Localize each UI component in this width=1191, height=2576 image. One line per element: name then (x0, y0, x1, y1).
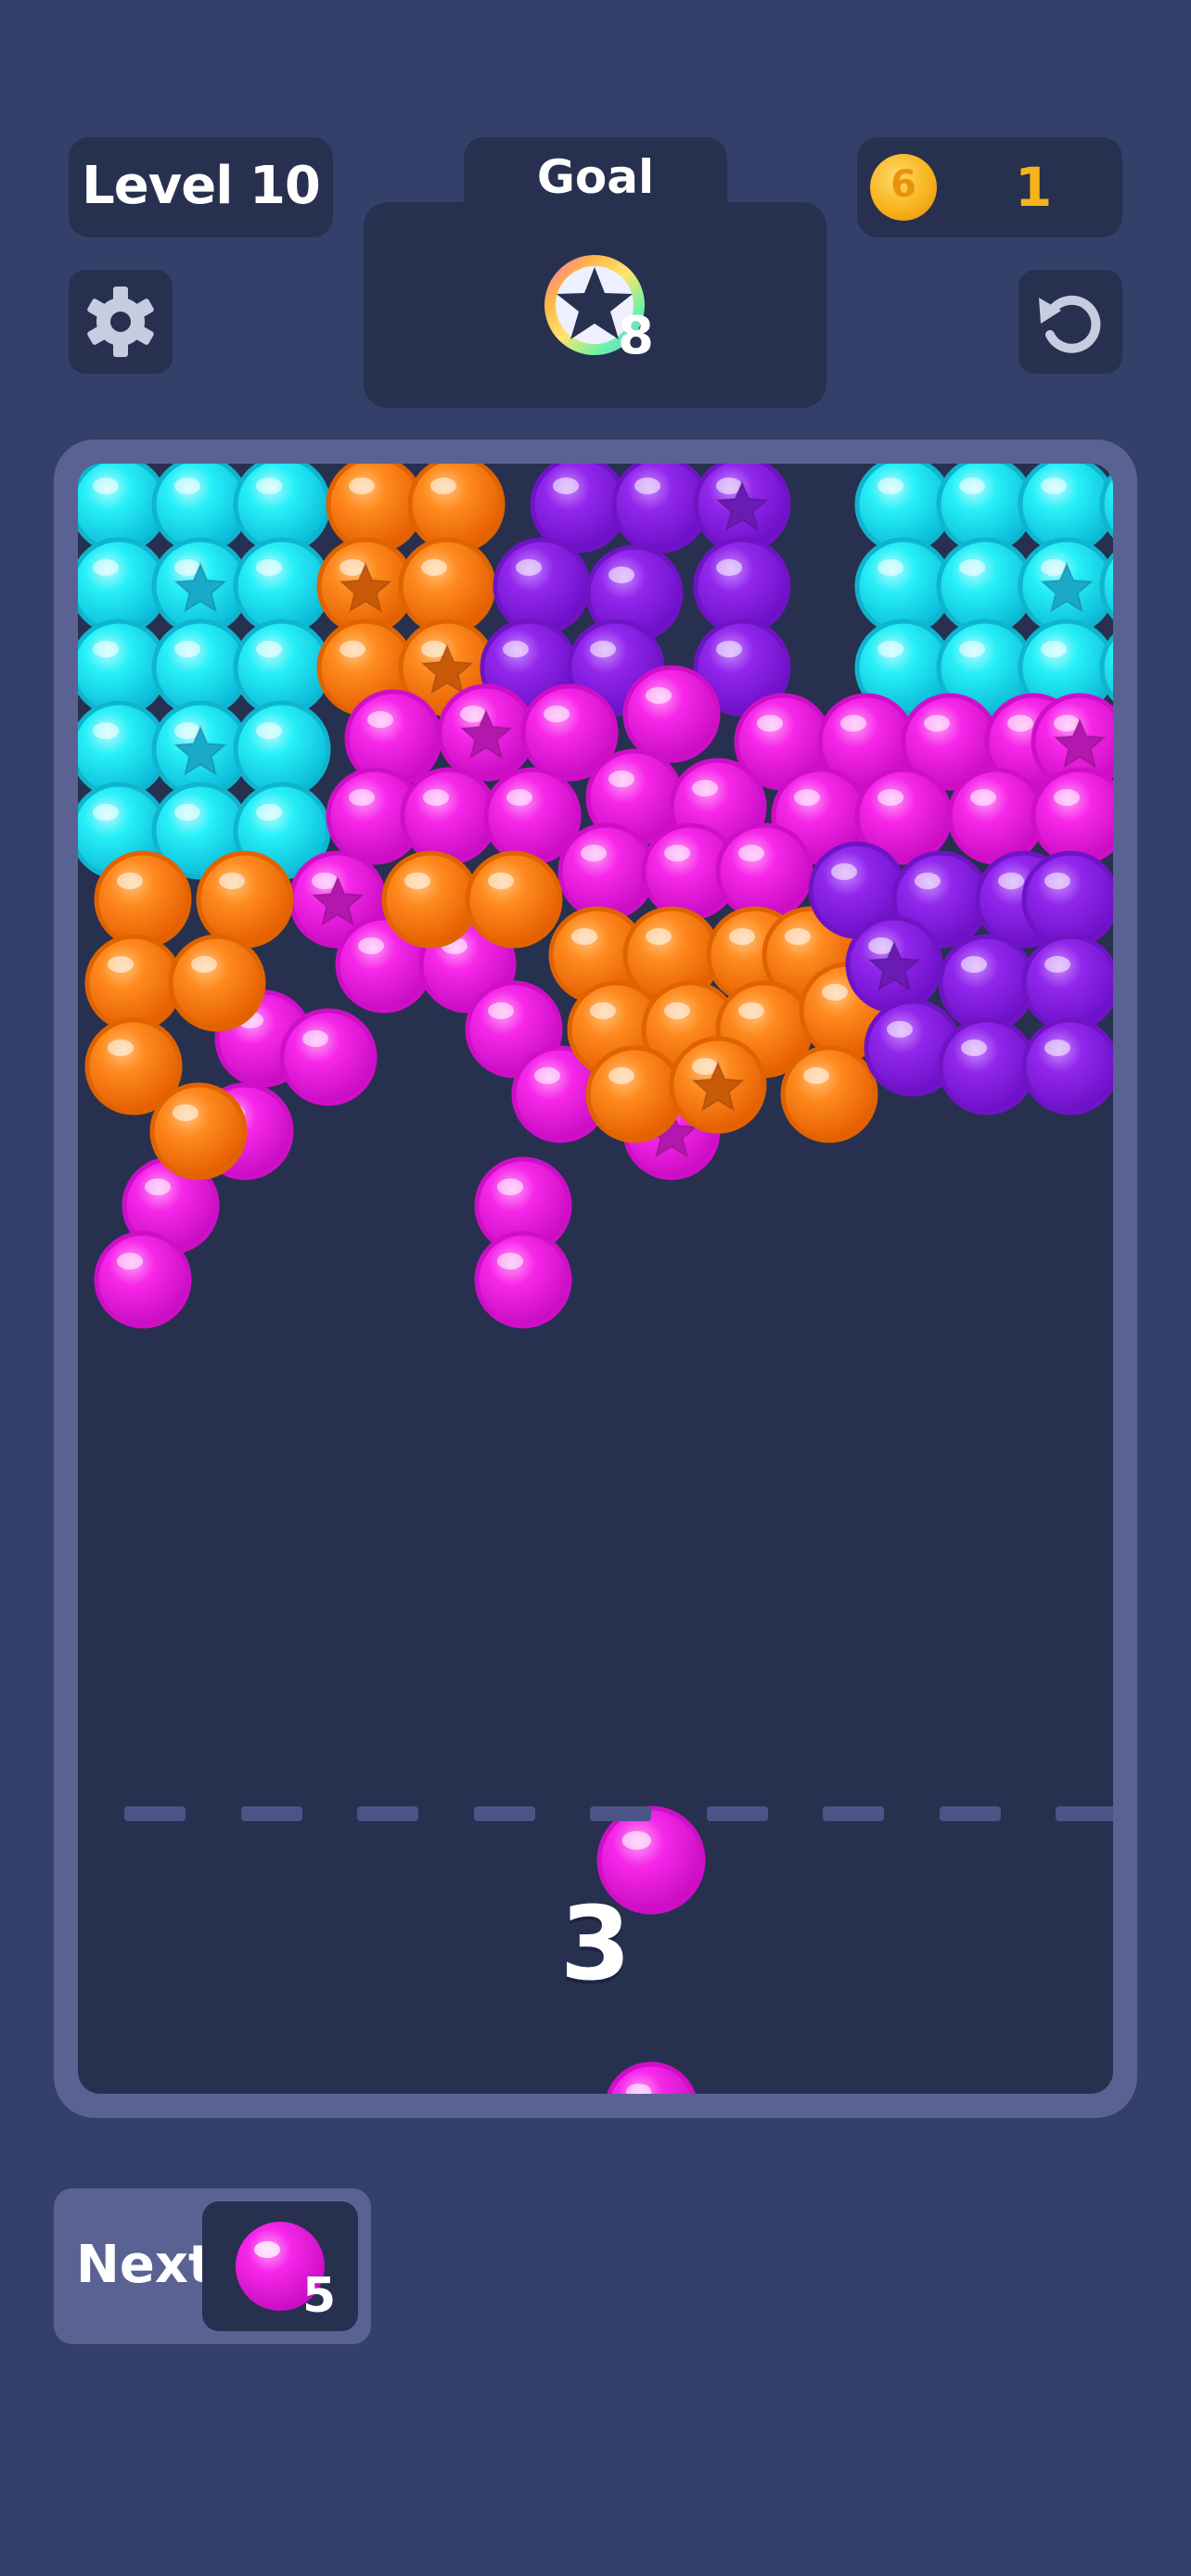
magenta-bubble (1031, 767, 1113, 865)
next-label: Next (76, 2235, 213, 2295)
orange-bubble-star (316, 537, 415, 635)
magenta-bubble-star (437, 683, 535, 782)
orange-bubble (84, 934, 183, 1032)
goal-panel: 8 (364, 202, 826, 408)
undo-icon (1018, 270, 1122, 374)
orange-bubble-star (669, 1036, 767, 1134)
orange-bubble (196, 850, 294, 949)
purple-bubble (1021, 850, 1113, 949)
cyan-bubble (233, 618, 331, 717)
goal-label: Goal (536, 150, 655, 204)
aim-dash (823, 1806, 884, 1821)
level-indicator: Level 10 (69, 137, 333, 237)
aim-dash (706, 1806, 768, 1821)
aim-dash (1056, 1806, 1113, 1821)
cyan-bubble (1099, 552, 1113, 620)
next-bubble-slot[interactable]: 5 (202, 2201, 358, 2331)
magenta-bubble (94, 1231, 192, 1329)
orange-bubble (407, 464, 506, 554)
purple-bubble (938, 1017, 1036, 1116)
purple-bubble (693, 537, 791, 635)
bubble-field (78, 464, 1113, 2094)
aim-dash (939, 1806, 1001, 1821)
cyan-bubble (151, 618, 250, 717)
magenta-bubble (715, 823, 813, 921)
magenta-bubble (279, 1008, 378, 1106)
coin-counter: 6 1 (857, 137, 1122, 237)
coin-count: 1 (1015, 156, 1053, 219)
orange-bubble (381, 850, 480, 949)
orange-bubble (149, 1082, 248, 1180)
orange-bubble (168, 934, 266, 1032)
gear-icon (69, 270, 173, 374)
orange-bubble (780, 1045, 878, 1143)
aim-dash (590, 1806, 651, 1821)
purple-bubble (1021, 1017, 1113, 1116)
purple-bubble (611, 464, 710, 554)
aim-dash (124, 1806, 186, 1821)
undo-button[interactable] (1018, 270, 1122, 374)
cyan-bubble (936, 537, 1034, 635)
orange-bubble (585, 1045, 684, 1143)
purple-bubble (1021, 934, 1113, 1032)
cyan-bubble (233, 537, 331, 635)
magenta-bubble (947, 767, 1045, 865)
magenta-bubble (622, 665, 721, 763)
orange-bubble (94, 850, 192, 949)
orange-bubble (465, 850, 563, 949)
level-label: Level 10 (82, 156, 321, 216)
cyan-bubble (233, 700, 331, 798)
aim-limit-line (124, 1806, 1113, 1821)
magenta-bubble (400, 767, 498, 865)
purple-bubble-star (845, 915, 943, 1014)
next-bubble-panel: Next 5 (54, 2188, 371, 2344)
goal-count: 8 (618, 306, 654, 366)
next-count: 5 (302, 2268, 337, 2324)
magenta-bubble (474, 1231, 572, 1329)
aim-dash (240, 1806, 302, 1821)
orange-bubble (398, 537, 496, 635)
cyan-bubble-star (1018, 537, 1113, 635)
game-board: 3 (54, 440, 1137, 2118)
purple-bubble (493, 537, 591, 635)
magenta-bubble (557, 823, 656, 921)
purple-bubble (938, 934, 1036, 1032)
settings-button[interactable] (69, 270, 173, 374)
cyan-bubble-star (151, 700, 250, 798)
aim-dash (357, 1806, 418, 1821)
coin-icon: 6 (870, 154, 937, 221)
cyan-bubble-star (151, 537, 250, 635)
orange-bubble (326, 464, 424, 554)
shots-remaining: 3 (559, 1884, 632, 2003)
cyan-bubble (854, 537, 953, 635)
play-area[interactable]: 3 (78, 464, 1113, 2094)
launcher-bubble[interactable] (607, 2061, 696, 2094)
aim-dash (473, 1806, 535, 1821)
